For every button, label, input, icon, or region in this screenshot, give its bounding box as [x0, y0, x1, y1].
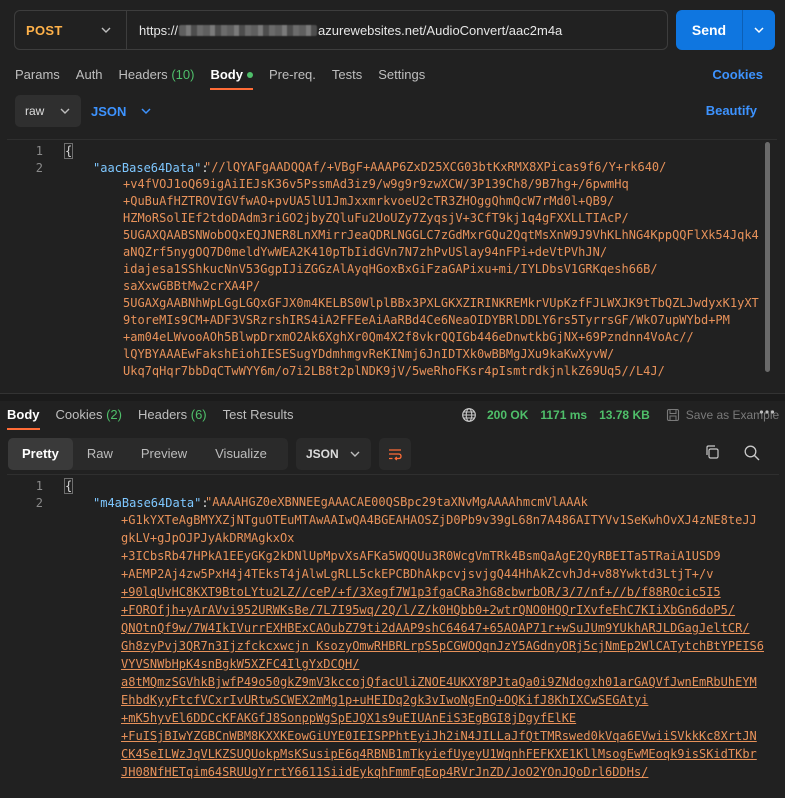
json-string-value: +QuBuAfHZTROVIGVfwAO+pvUA5lU1JmJxxmrkvoe… [123, 194, 615, 208]
tab-response-body[interactable]: Body [7, 400, 40, 430]
tab-response-headers[interactable]: Headers (6) [138, 400, 207, 430]
json-string-value: "AAAAHGZ0eXBNNEEgAAACAE00QSBpc29taXNvMgA… [205, 495, 588, 509]
send-options-button[interactable] [743, 24, 775, 36]
json-string-value: lQYBYAAAEwFakshEiohIESESugYDdmhmgvReKINm… [123, 347, 615, 361]
view-pretty[interactable]: Pretty [8, 438, 73, 470]
json-string-value: HZMoRSolIEf2tdoDAdm3riGO2jbyZQluFu2UoUZy… [123, 211, 629, 225]
chevron-down-icon [101, 27, 111, 33]
json-string-value: +FuISjBIwYZGBCnWBM8KXXKEowGiUYE0IEISPPht… [121, 729, 757, 743]
request-url-bar: POST https:// azurewebsites.net/AudioCon… [14, 10, 668, 50]
copy-icon[interactable] [704, 444, 720, 460]
json-string-value: Ukq7qHqr7bbDqCTwWYY6m/o7i2LB8t2plNDK9jV/… [123, 364, 665, 378]
body-format-select[interactable]: JSON [91, 95, 152, 127]
scrollbar-thumb[interactable] [765, 142, 770, 372]
response-view-tabs: Pretty Raw Preview Visualize [8, 438, 288, 470]
view-visualize[interactable]: Visualize [201, 438, 281, 470]
send-label: Send [691, 22, 727, 38]
response-status: 200 OK 1171 ms 13.78 KB Save as Example [461, 404, 779, 426]
url-input[interactable]: https:// azurewebsites.net/AudioConvert/… [127, 23, 667, 38]
headers-count: (10) [171, 67, 195, 82]
json-string-value: a8tMQmzSGVhkBjwfP49o50gkZ9mV3kccojQfacUl… [121, 675, 757, 689]
request-editor-scrollbar[interactable] [763, 140, 771, 388]
json-string-value: +90lqUvHC8KXT9BtoLYtu2LZ//ceP/+f/3Xegf7W… [121, 585, 721, 599]
json-string-value: 5UGAXgAABNhWpLGgLGQxGFJX0m4KELBS0WlplBBx… [123, 296, 759, 310]
tab-tests[interactable]: Tests [332, 60, 362, 90]
json-string-value: +am04eLWvooAOh5BlwpDrxmO2Ak6XghXr0Qm4X2f… [123, 330, 694, 344]
save-icon [666, 408, 679, 422]
line-number: 2 [35, 496, 43, 510]
url-prefix: https:// [139, 22, 179, 38]
method-label: POST [26, 22, 63, 38]
tab-auth[interactable]: Auth [76, 60, 103, 90]
json-string-value: 9toreMIs9CM+ADF3VSRzrshIRS4iA2FFEeAiAaRB… [123, 313, 730, 327]
response-format-select[interactable]: JSON [296, 438, 371, 470]
chevron-down-icon [60, 108, 70, 114]
tab-test-results[interactable]: Test Results [223, 400, 294, 430]
request-body-editor[interactable]: 1 2 { "aacBase64Data": "//lQYAFgAADQQAf/… [7, 139, 777, 392]
send-button[interactable]: Send [676, 10, 775, 50]
json-string-value: +3ICbsRb47HPkA1EEyGKg2kDNlUpMpvXsAFKa5WQ… [121, 549, 721, 563]
tab-response-cookies[interactable]: Cookies (2) [56, 400, 122, 430]
request-tabs: Params Auth Headers (10) Body Pre-req. T… [15, 60, 441, 90]
tab-pre-request[interactable]: Pre-req. [269, 60, 316, 90]
line-number: 1 [35, 479, 43, 493]
tab-params[interactable]: Params [15, 60, 60, 90]
json-string-value: saXxwGBBtMw2crXA4P/ [123, 279, 261, 293]
view-raw[interactable]: Raw [73, 438, 127, 470]
body-mode-label: raw [25, 104, 45, 118]
json-string-value: +v4fVOJ1oQ69igAiIEJsK36v5PssmAd3iz9/w9g9… [123, 177, 629, 191]
response-size[interactable]: 13.78 KB [599, 408, 650, 422]
json-string-value: +G1kYXTeAgBMYXZjNTguOTEuMTAwAAIwQA4BGEAH… [121, 513, 757, 527]
json-key: "aacBase64Data": [93, 161, 209, 175]
json-string-value: +FOROfjh+yArAVvi952URWKsBe/7L7I95wq/2Q/l… [121, 603, 736, 617]
tab-headers[interactable]: Headers (10) [119, 60, 195, 90]
view-preview[interactable]: Preview [127, 438, 201, 470]
open-brace: { [63, 478, 74, 494]
status-code[interactable]: 200 OK [487, 408, 528, 422]
body-modified-dot [246, 71, 253, 78]
cookies-link[interactable]: Cookies [712, 67, 763, 82]
tab-body[interactable]: Body [210, 60, 253, 90]
json-string-value: Gh8zyPvj3QR7n3Ijzfckcxwcjn KsozyOmwRHBRL… [121, 639, 764, 653]
line-number: 2 [35, 161, 43, 175]
json-string-value: idajesa1SShkucNnV53GgpIJiZGGzAlAyqHGoxBx… [123, 262, 658, 276]
json-string-value: EhbdKyyFtcfVCxrIvURtwSCWEX2mMg1p+uHEIDq2… [121, 693, 649, 707]
json-string-value: CK4SeILWzJqVLKZSUQUokpMsKSusipE6q4RBNB1m… [121, 747, 757, 761]
response-tabs: Body Cookies (2) Headers (6) Test Result… [7, 400, 309, 430]
chevron-down-icon [754, 27, 764, 34]
search-icon[interactable] [743, 444, 761, 462]
globe-icon[interactable] [461, 407, 477, 423]
method-select[interactable]: POST [15, 11, 127, 49]
beautify-button[interactable]: Beautify [706, 103, 757, 118]
json-string-value: JH08NfHETqim64SRUUgYrrtY6611SiidEykqhFmm… [121, 765, 649, 779]
body-mode-select[interactable]: raw [15, 95, 81, 127]
json-key: "m4aBase64Data": [93, 496, 209, 510]
chevron-down-icon [141, 108, 151, 115]
json-string-value: gkLV+gJpOJPJyAkDRMAgkxOx [121, 531, 295, 545]
json-string-value: VYVSNWbHpK4snBgkW5XZFC4IlgYxDCQH/ [121, 657, 360, 671]
json-string-value: +mK5hyvEl6DDCcKFAKGfJ8SonppWgSpEJQX1s9uE… [121, 711, 577, 725]
wrap-lines-button[interactable] [379, 438, 411, 470]
open-brace: { [63, 143, 74, 159]
json-string-value: 5UGAXQAABSNWobOQxEQJNER8LnXMirrJeaQDRLNG… [123, 228, 759, 242]
tab-settings[interactable]: Settings [378, 60, 425, 90]
json-string-value: "//lQYAFgAADQQAf/+VBgF+AAAP6ZxD25XCG03bt… [204, 160, 667, 174]
json-string-value: QNOtnQf9w/7W4IkIVurrEXHBExCAOubZ79ti2dAA… [121, 621, 750, 635]
url-redacted-host [179, 24, 318, 36]
body-format-label: JSON [91, 103, 127, 119]
line-number: 1 [35, 144, 43, 158]
json-string-value: +AEMP2Aj4zw5PxH4j4TEksT4jAlwLgRLL5ckEPCB… [121, 567, 714, 581]
response-format-label: JSON [306, 447, 339, 461]
response-time[interactable]: 1171 ms [540, 408, 587, 422]
more-icon[interactable] [759, 409, 775, 415]
response-body-viewer[interactable]: 1 2 { "m4aBase64Data": "AAAAHGZ0eXBNNEEg… [7, 474, 779, 798]
wrap-icon [389, 449, 402, 461]
url-suffix: azurewebsites.net/AudioConvert/aac2m4a [318, 22, 563, 38]
json-string-value: aNQZrf5nygOQ7D0meldYwWEA2K410pTbIidGVn7N… [123, 245, 608, 259]
chevron-down-icon [350, 451, 360, 457]
